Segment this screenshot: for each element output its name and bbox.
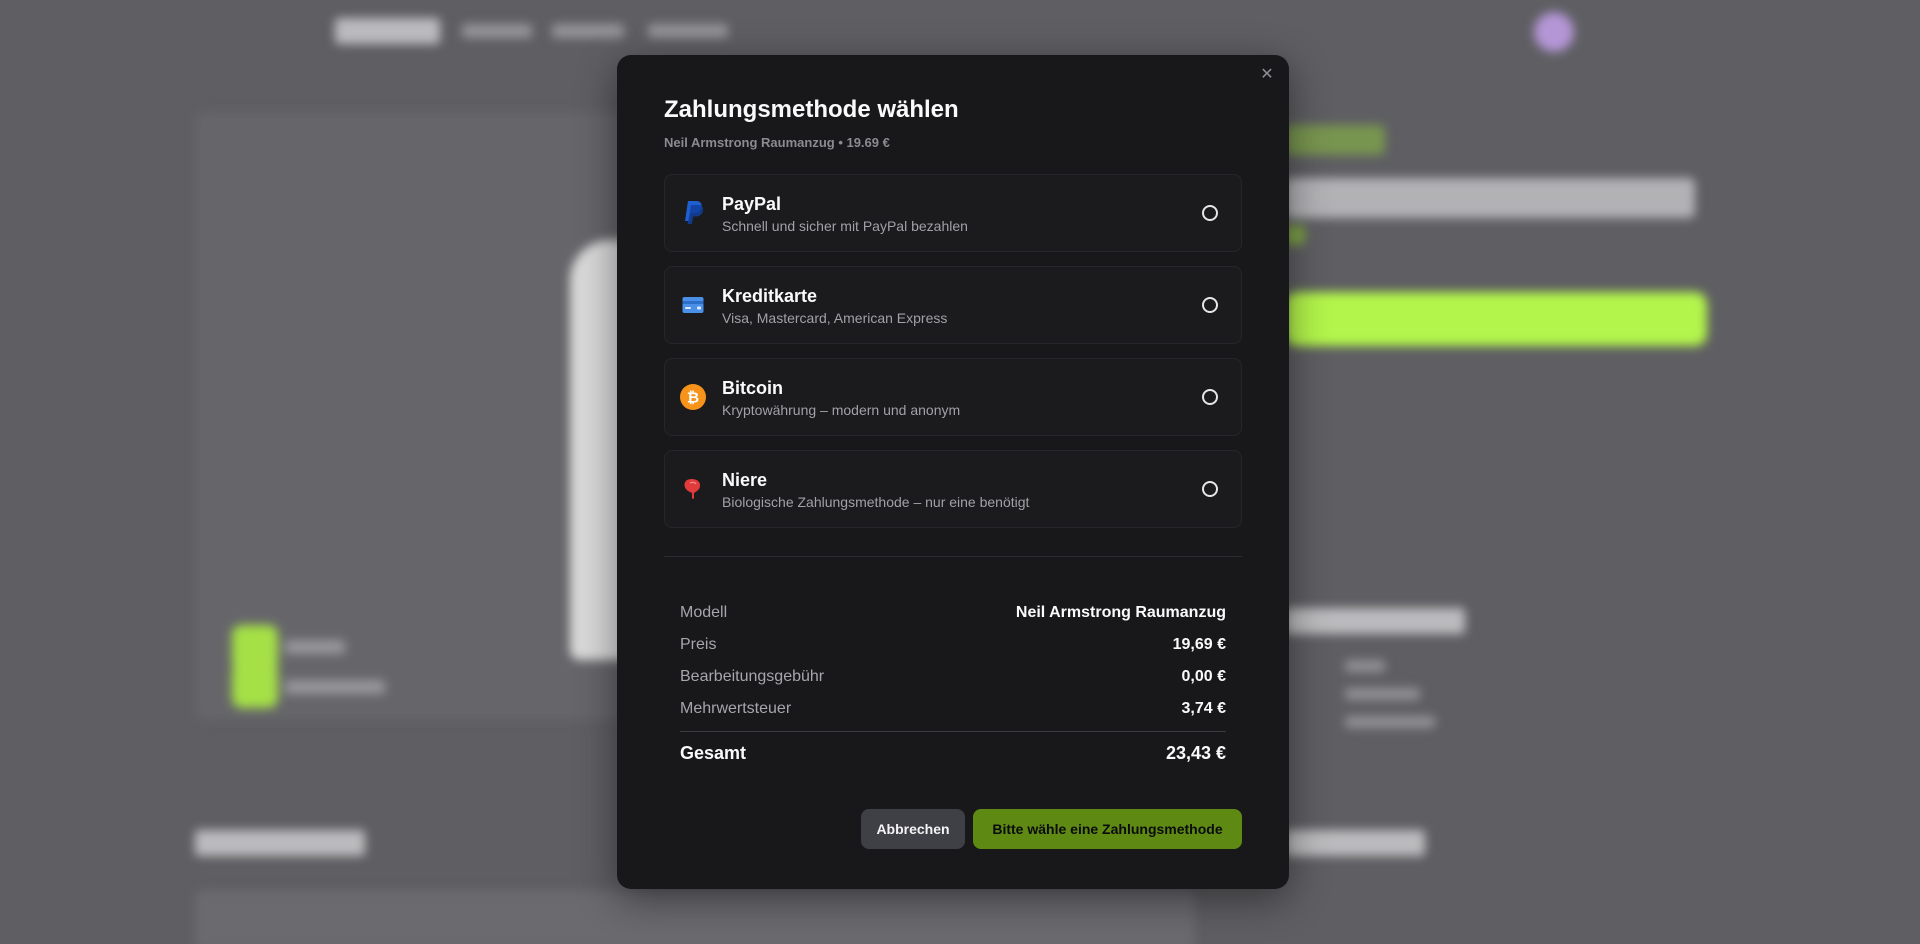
background-feature-text [285,680,385,694]
divider [664,556,1242,557]
total-label: Gesamt [680,743,747,763]
radio-button[interactable] [1202,481,1218,497]
payment-option-description: Visa, Mastercard, American Express [722,309,948,326]
order-summary: Modell Neil Armstrong Raumanzug Preis 19… [680,603,1226,764]
summary-row-fee: Bearbeitungsgebühr 0,00 € [680,667,1226,687]
background-avatar [1534,12,1574,52]
payment-option-description: Biologische Zahlungsmethode – nur eine b… [722,493,1030,510]
background-text-line [1345,716,1435,728]
background-text-line [1345,660,1385,672]
svg-text:₿: ₿ [687,389,699,407]
dialog-actions: Abbrechen Bitte wähle eine Zahlungsmetho… [861,809,1242,849]
radio-button[interactable] [1202,205,1218,221]
payment-option-name: Niere [722,469,768,490]
dialog-title: Zahlungsmethode wählen [664,96,959,123]
payment-method-list: PayPal Schnell und sicher mit PayPal bez… [664,174,1242,528]
summary-label: Modell [680,604,728,621]
payment-option-name: Bitcoin [722,377,783,398]
background-nav-link [648,24,728,38]
background-feature-icon [232,662,278,708]
payment-option-bitcoin[interactable]: ₿ Bitcoin Kryptowährung – modern und ano… [664,358,1242,436]
background-text-line [1345,688,1420,700]
credit-card-icon [680,292,706,318]
summary-value: 19,69 € [1172,636,1226,653]
payment-option-paypal[interactable]: PayPal Schnell und sicher mit PayPal bez… [664,174,1242,252]
summary-total-row: Gesamt 23,43 € [680,743,1226,764]
background-product-title [1285,178,1695,218]
background-feature-text [285,640,345,654]
summary-row-price: Preis 19,69 € [680,635,1226,655]
close-icon[interactable]: ✕ [1257,65,1277,85]
payment-option-description: Schnell und sicher mit PayPal bezahlen [722,217,968,234]
summary-value: 3,74 € [1181,700,1226,717]
paypal-icon [680,200,706,226]
summary-value: 0,00 € [1181,668,1226,685]
payment-option-description: Kryptowährung – modern und anonym [722,401,961,418]
summary-value: Neil Armstrong Raumanzug [1015,604,1226,621]
summary-divider [680,731,1226,732]
summary-row-vat: Mehrwertsteuer 3,74 € [680,699,1226,719]
summary-row-model: Modell Neil Armstrong Raumanzug [680,603,1226,623]
payment-method-dialog: ✕ Zahlungsmethode wählen Neil Armstrong … [617,55,1289,889]
payment-option-credit-card[interactable]: Kreditkarte Visa, Mastercard, American E… [664,266,1242,344]
background-logo [335,18,440,44]
background-heading [1285,608,1465,634]
summary-label: Mehrwertsteuer [680,700,792,717]
summary-label: Preis [680,636,717,653]
background-nav-link [462,24,532,38]
payment-option-name: Kreditkarte [722,285,818,306]
background-heading [195,830,365,856]
radio-button[interactable] [1202,297,1218,313]
radio-button[interactable] [1202,389,1218,405]
kidney-icon [680,476,706,502]
background-nav-link [552,24,624,38]
background-heading [1285,830,1425,856]
payment-option-kidney[interactable]: Niere Biologische Zahlungsmethode – nur … [664,450,1242,528]
payment-option-name: PayPal [722,193,782,214]
cancel-button[interactable]: Abbrechen [861,809,965,849]
background-badge [1285,125,1385,155]
background-cta-button [1285,292,1707,346]
summary-label: Bearbeitungsgebühr [680,668,825,685]
confirm-payment-button[interactable]: Bitte wähle eine Zahlungsmethode [973,809,1242,849]
total-value: 23,43 € [1165,743,1226,763]
bitcoin-icon: ₿ [680,384,706,410]
background-description [195,890,1195,944]
dialog-subtitle: Neil Armstrong Raumanzug • 19.69 € [664,135,890,150]
